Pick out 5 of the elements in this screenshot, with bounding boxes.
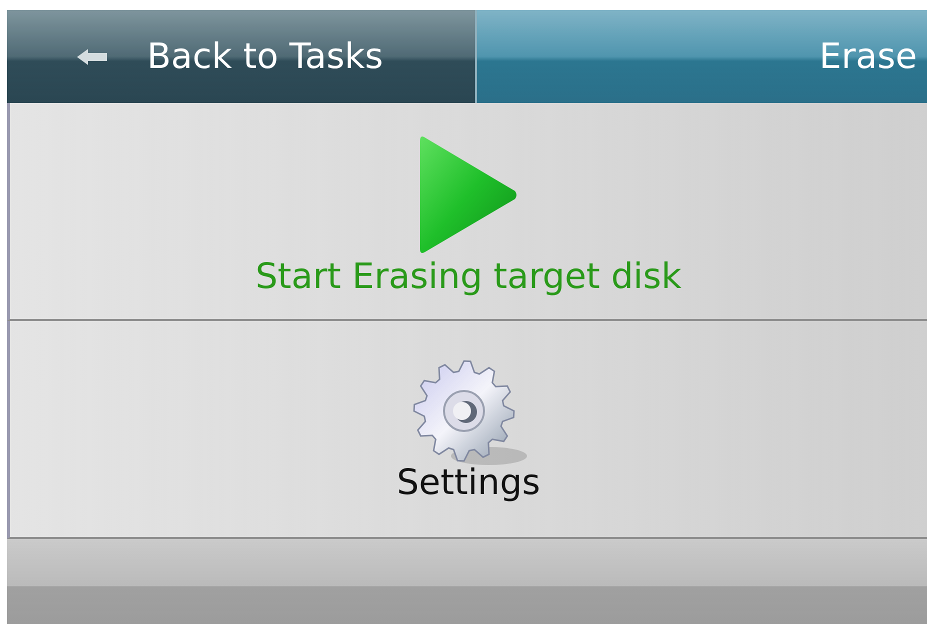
play-icon (420, 135, 518, 255)
settings-button[interactable]: Settings (7, 321, 927, 539)
back-button[interactable]: Back to Tasks (7, 10, 477, 103)
screen-title: Erase (819, 36, 917, 76)
back-arrow-icon (77, 48, 107, 66)
